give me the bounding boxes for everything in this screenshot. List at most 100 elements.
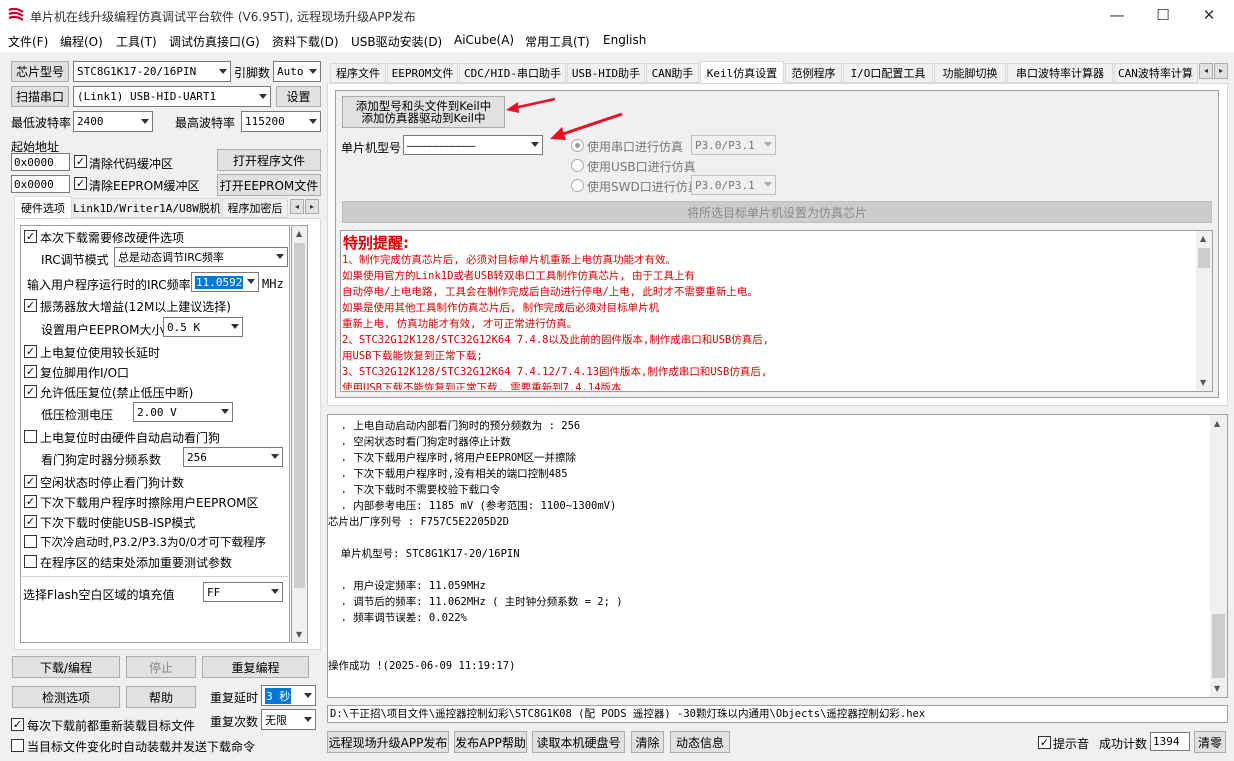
publish-app-help-button[interactable]: 发布APP帮助 [454, 731, 527, 753]
code-start-addr-input[interactable]: 0x0000 [11, 153, 70, 171]
maximize-button[interactable]: ☐ [1140, 0, 1186, 30]
open-program-file-button[interactable]: 打开程序文件 [217, 149, 321, 171]
lvr-checkbox[interactable]: ✓ [24, 385, 37, 398]
reset-pin-io-checkbox[interactable]: ✓ [24, 365, 37, 378]
eeprom-start-addr-input[interactable]: 0x0000 [11, 175, 70, 193]
tabs-scroll-right-icon[interactable]: ▸ [1214, 63, 1228, 79]
erase-eeprom-checkbox[interactable]: ✓ [24, 495, 37, 508]
scroll-down-icon[interactable]: ▼ [296, 630, 302, 639]
use-serial-radio[interactable] [571, 139, 584, 152]
max-baud-select[interactable]: 115200 [241, 111, 321, 132]
dynamic-info-button[interactable]: 动态信息 [670, 731, 730, 753]
scroll-down-icon[interactable]: ▼ [1200, 378, 1206, 387]
tab-baud-calc[interactable]: 串口波特率计算器 [1007, 63, 1113, 83]
scrollbar-thumb[interactable] [1212, 614, 1225, 678]
tab-cdc-hid-serial[interactable]: CDC/HID-串口助手 [459, 63, 566, 83]
repeat-count-select[interactable]: 无限 [261, 709, 316, 730]
tab-program-file[interactable]: 程序文件 [330, 63, 386, 83]
tab-link1d-offline[interactable]: Link1D/Writer1A/U8W脱机 [73, 198, 221, 218]
scroll-up-icon[interactable]: ▲ [1200, 234, 1206, 243]
use-serial-label: 使用串口进行仿真 [587, 140, 684, 154]
mcu-model-select[interactable]: ———————————— [403, 135, 543, 155]
menu-usb-driver[interactable]: USB驱动安装(D) [351, 33, 442, 50]
clear-log-button[interactable]: 清除 [631, 731, 664, 753]
clear-eeprom-checkbox[interactable]: ✓ [74, 177, 87, 190]
min-baud-select[interactable]: 2400 [73, 111, 153, 132]
osc-gain-checkbox[interactable]: ✓ [24, 299, 37, 312]
fill-value-select[interactable]: FF [203, 582, 283, 602]
scrollbar-thumb[interactable] [294, 243, 305, 588]
idle-wdt-stop-checkbox[interactable]: ✓ [24, 475, 37, 488]
usb-isp-checkbox[interactable]: ✓ [24, 515, 37, 528]
use-swd-radio[interactable] [571, 179, 584, 192]
download-program-button[interactable]: 下载/编程 [12, 656, 120, 678]
scroll-up-icon[interactable]: ▲ [296, 229, 302, 238]
tab-program-encrypt[interactable]: 程序加密后 [222, 198, 288, 218]
lvd-value: 2.00 V [137, 405, 177, 419]
tab-usb-hid[interactable]: USB-HID助手 [567, 63, 645, 83]
scroll-down-icon[interactable]: ▼ [1214, 684, 1220, 693]
serial-pins-select[interactable]: P3.0/P3.1 [691, 135, 776, 155]
tab-pin-switch[interactable]: 功能脚切换 [934, 63, 1006, 83]
modify-hw-checkbox[interactable]: ✓ [24, 230, 37, 243]
menu-download[interactable]: 资料下载(D) [272, 33, 339, 50]
tab-can-helper[interactable]: CAN助手 [646, 63, 699, 83]
read-disk-id-button[interactable]: 读取本机硬盘号 [532, 731, 625, 753]
reset-delay-checkbox[interactable]: ✓ [24, 345, 37, 358]
swd-pins-select[interactable]: P3.0/P3.1 [691, 175, 776, 195]
menu-aicube[interactable]: AiCube(A) [454, 33, 514, 47]
chevron-down-icon [764, 182, 772, 187]
add-to-keil-button[interactable]: 添加型号和头文件到Keil中 添加仿真器驱动到Keil中 [342, 96, 505, 128]
p32-p33-checkbox[interactable] [24, 535, 37, 548]
scrollbar-thumb[interactable] [1198, 248, 1210, 268]
reset-count-button[interactable]: 清零 [1194, 731, 1226, 753]
check-options-button[interactable]: 检测选项 [12, 686, 120, 708]
menu-file[interactable]: 文件(F) [8, 33, 48, 50]
menu-program[interactable]: 编程(O) [60, 33, 103, 50]
scan-port-button[interactable]: 扫描串口 [11, 86, 69, 107]
add-test-params-checkbox[interactable] [24, 555, 37, 568]
set-target-sim-chip-button[interactable]: 将所选目标单片机设置为仿真芯片 [342, 201, 1212, 223]
pin-count-select[interactable]: Auto [273, 61, 321, 82]
wdt-hw-checkbox[interactable] [24, 430, 37, 443]
tab-hardware-options[interactable]: 硬件选项 [14, 196, 72, 219]
tab-eeprom-file[interactable]: EEPROM文件 [387, 63, 458, 83]
tab-can-baud-calc[interactable]: CAN波特率计算 [1114, 63, 1198, 83]
tab-scroll-right-icon[interactable]: ▸ [305, 199, 319, 214]
menu-debug[interactable]: 调试仿真接口(G) [169, 33, 260, 50]
repeat-delay-label: 重复延时 [210, 691, 259, 705]
irc-mode-select[interactable]: 总是动态调节IRC频率 [114, 247, 288, 267]
menu-tools[interactable]: 工具(T) [116, 33, 157, 50]
reload-each-checkbox[interactable]: ✓ [11, 718, 24, 731]
repeat-program-button[interactable]: 重复编程 [202, 656, 309, 678]
tab-io-config[interactable]: I/O口配置工具 [843, 63, 933, 83]
chip-model-button[interactable]: 芯片型号 [11, 61, 69, 82]
tab-keil-sim[interactable]: Keil仿真设置 [700, 61, 784, 84]
menu-common-tools[interactable]: 常用工具(T) [525, 33, 590, 50]
stop-button[interactable]: 停止 [126, 656, 196, 678]
eeprom-size-select[interactable]: 0.5 K [163, 317, 243, 337]
minimize-button[interactable]: — [1094, 0, 1140, 30]
tab-examples[interactable]: 范例程序 [785, 63, 842, 83]
lvd-select[interactable]: 2.00 V [133, 402, 233, 422]
tabs-scroll-left-icon[interactable]: ◂ [1199, 63, 1213, 79]
scroll-up-icon[interactable]: ▲ [1214, 419, 1220, 428]
target-file-path: D:\干正招\项目文件\遥控器控制幻彩\STC8G1K08 (配 PODS 遥控… [327, 705, 1228, 723]
close-button[interactable]: ✕ [1186, 0, 1232, 30]
help-button[interactable]: 帮助 [126, 686, 196, 708]
chip-model-select[interactable]: STC8G1K17-20/16PIN [73, 61, 231, 82]
mcu-model-label: 单片机型号 [341, 141, 402, 155]
port-select[interactable]: (Link1) USB-HID-UART1 [73, 86, 271, 107]
tab-scroll-left-icon[interactable]: ◂ [290, 199, 304, 214]
publish-app-button[interactable]: 远程现场升级APP发布 [327, 731, 449, 753]
wdt-div-select[interactable]: 256 [183, 447, 283, 467]
auto-reload-checkbox[interactable] [11, 739, 24, 752]
repeat-delay-select[interactable]: 3 秒 [261, 685, 316, 706]
use-usb-radio[interactable] [571, 159, 584, 172]
clear-code-checkbox[interactable]: ✓ [74, 155, 87, 168]
irc-freq-select[interactable]: 11.0592 [191, 272, 259, 292]
menu-english[interactable]: English [603, 33, 646, 47]
open-eeprom-file-button[interactable]: 打开EEPROM文件 [217, 174, 321, 196]
sound-checkbox[interactable]: ✓ [1038, 736, 1051, 749]
port-settings-button[interactable]: 设置 [276, 86, 321, 107]
